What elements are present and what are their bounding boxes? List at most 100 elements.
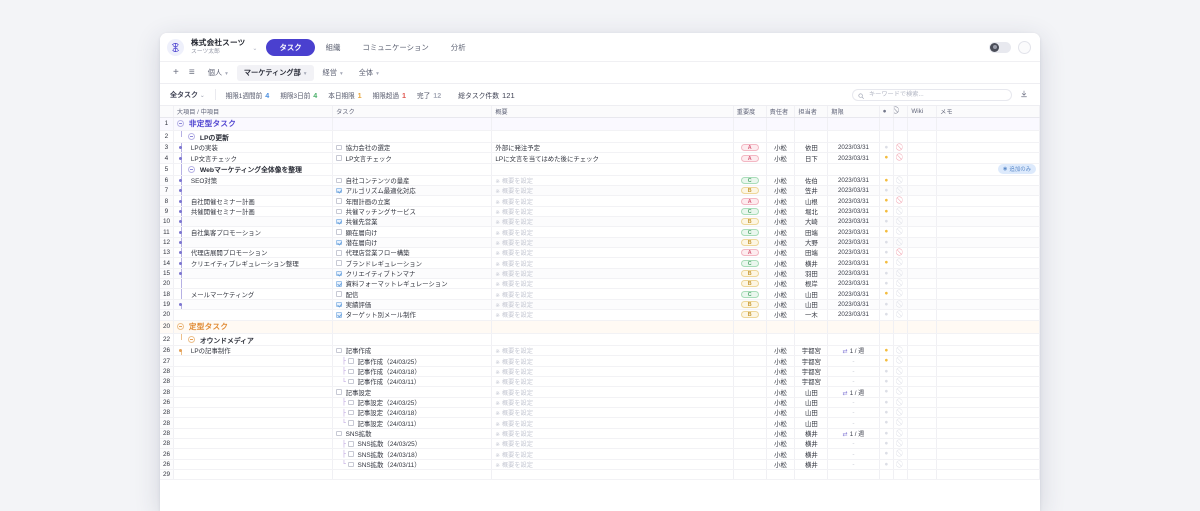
- link-cell[interactable]: ⃠: [894, 310, 908, 320]
- assignee-cell[interactable]: [795, 163, 828, 175]
- description-cell[interactable]: ※概要を設定: [492, 279, 733, 289]
- bell-cell[interactable]: ●: [879, 289, 893, 299]
- assignee-cell[interactable]: 宇都宮: [795, 346, 828, 356]
- link-cell[interactable]: ⃠: [894, 196, 908, 206]
- assignee-cell[interactable]: [795, 131, 828, 143]
- big-item-cell[interactable]: [173, 310, 332, 320]
- responsible-cell[interactable]: [766, 470, 795, 480]
- task-cell[interactable]: [333, 320, 492, 334]
- responsible-cell[interactable]: 小松: [766, 439, 795, 449]
- description-cell[interactable]: ※概要を設定: [492, 356, 733, 366]
- link-cell[interactable]: ⃠: [894, 237, 908, 247]
- memo-cell[interactable]: [937, 175, 1040, 185]
- task-cell[interactable]: SNS拡散: [333, 428, 492, 438]
- bell-icon[interactable]: ●: [884, 280, 888, 287]
- memo-cell[interactable]: [937, 346, 1040, 356]
- assignee-cell[interactable]: 横井: [795, 439, 828, 449]
- priority-badge[interactable]: A: [741, 144, 759, 151]
- memo-cell[interactable]: [937, 449, 1040, 459]
- table-row[interactable]: 27├記事作成（24/03/25）※概要を設定小松宇都宮-●⃠: [160, 356, 1040, 366]
- task-cell[interactable]: └SNS拡散（24/03/11）: [333, 459, 492, 469]
- table-row[interactable]: 7アルゴリズム最適化対応※概要を設定B小松笠井2023/03/31●⃠: [160, 186, 1040, 196]
- task-cell[interactable]: [333, 117, 492, 131]
- wiki-cell[interactable]: [908, 418, 937, 428]
- priority-badge[interactable]: C: [741, 229, 759, 236]
- bell-cell[interactable]: ●: [879, 397, 893, 407]
- wiki-cell[interactable]: [908, 237, 937, 247]
- priority-cell[interactable]: C: [733, 289, 766, 299]
- wiki-cell[interactable]: [908, 459, 937, 469]
- task-cell[interactable]: 記事作成: [333, 346, 492, 356]
- memo-cell[interactable]: [937, 196, 1040, 206]
- description-cell[interactable]: ※概要を設定: [492, 268, 733, 278]
- big-item-cell[interactable]: メールマーケティング: [173, 289, 332, 299]
- col-wiki[interactable]: Wiki: [908, 106, 937, 117]
- link-cell[interactable]: ⃠: [894, 289, 908, 299]
- bell-cell[interactable]: [879, 334, 893, 346]
- filter-chip-due-3day[interactable]: 期限3日前4: [280, 90, 317, 100]
- responsible-cell[interactable]: [766, 163, 795, 175]
- description-placeholder[interactable]: ※概要を設定: [495, 240, 533, 247]
- bell-cell[interactable]: ●: [879, 196, 893, 206]
- responsible-cell[interactable]: 小松: [766, 346, 795, 356]
- search-box[interactable]: [852, 89, 1012, 101]
- wiki-cell[interactable]: [908, 196, 937, 206]
- bell-icon[interactable]: ●: [884, 208, 888, 215]
- link-cell[interactable]: ⃠: [894, 206, 908, 216]
- due-cell[interactable]: -: [828, 356, 879, 366]
- due-cell[interactable]: 2023/03/31: [828, 299, 879, 309]
- assignee-cell[interactable]: 山田: [795, 418, 828, 428]
- description-cell[interactable]: ※概要を設定: [492, 258, 733, 268]
- table-row[interactable]: 18メールマーケティング配信※概要を設定C小松山田2023/03/31●⃠: [160, 289, 1040, 299]
- wiki-cell[interactable]: [908, 470, 937, 480]
- table-row[interactable]: 28└記事設定（24/03/11）※概要を設定小松山田-●⃠: [160, 418, 1040, 428]
- assignee-cell[interactable]: 横井: [795, 258, 828, 268]
- due-cell[interactable]: -: [828, 377, 879, 387]
- task-cell[interactable]: 協力会社の選定: [333, 143, 492, 153]
- task-cell[interactable]: 共催先営業: [333, 217, 492, 227]
- wiki-cell[interactable]: [908, 289, 937, 299]
- description-placeholder[interactable]: ※概要を設定: [495, 302, 533, 309]
- memo-cell[interactable]: [937, 428, 1040, 438]
- task-cell[interactable]: LP文言チェック: [333, 153, 492, 163]
- task-cell[interactable]: ├記事作成（24/03/18）: [333, 366, 492, 376]
- description-placeholder[interactable]: ※概要を設定: [495, 209, 533, 216]
- link-cell[interactable]: ⃠: [894, 439, 908, 449]
- download-icon[interactable]: [1020, 90, 1030, 100]
- link-cell[interactable]: ⃠: [894, 175, 908, 185]
- memo-cell[interactable]: [937, 258, 1040, 268]
- col-due[interactable]: 期限: [828, 106, 879, 117]
- group-row[interactable]: 20定型タスク: [160, 320, 1040, 334]
- assignee-cell[interactable]: 宇都宮: [795, 377, 828, 387]
- responsible-cell[interactable]: 小松: [766, 217, 795, 227]
- priority-cell[interactable]: A: [733, 196, 766, 206]
- responsible-cell[interactable]: [766, 334, 795, 346]
- priority-badge[interactable]: C: [741, 260, 759, 267]
- due-cell[interactable]: 2023/03/31: [828, 268, 879, 278]
- table-row[interactable]: 28├SNS拡散（24/03/25）※概要を設定小松横井-●⃠: [160, 439, 1040, 449]
- task-cell[interactable]: [333, 163, 492, 175]
- table-row[interactable]: 28├記事設定（24/03/18）※概要を設定小松山田-●⃠: [160, 408, 1040, 418]
- task-cell[interactable]: ブランドレギュレーション: [333, 258, 492, 268]
- col-big-item[interactable]: 大項目 / 中項目: [173, 106, 332, 117]
- priority-badge[interactable]: B: [741, 239, 759, 246]
- due-cell[interactable]: 2023/03/31: [828, 153, 879, 163]
- big-item-cell[interactable]: [173, 268, 332, 278]
- wiki-cell[interactable]: [908, 299, 937, 309]
- due-cell[interactable]: [828, 131, 879, 143]
- bell-cell[interactable]: ●: [879, 248, 893, 258]
- memo-cell[interactable]: [937, 289, 1040, 299]
- priority-cell[interactable]: B: [733, 237, 766, 247]
- task-checkbox[interactable]: [336, 281, 342, 287]
- bell-icon[interactable]: ●: [884, 249, 888, 256]
- priority-cell[interactable]: [733, 346, 766, 356]
- assignee-cell[interactable]: [795, 117, 828, 131]
- due-cell[interactable]: 2023/03/31: [828, 258, 879, 268]
- responsible-cell[interactable]: 小松: [766, 206, 795, 216]
- description-cell[interactable]: ※概要を設定: [492, 227, 733, 237]
- description-cell[interactable]: [492, 320, 733, 334]
- task-cell[interactable]: クリエイティブトンマナ: [333, 268, 492, 278]
- task-cell[interactable]: 年間計画の立案: [333, 196, 492, 206]
- due-cell[interactable]: -: [828, 418, 879, 428]
- bell-icon[interactable]: ●: [884, 228, 888, 235]
